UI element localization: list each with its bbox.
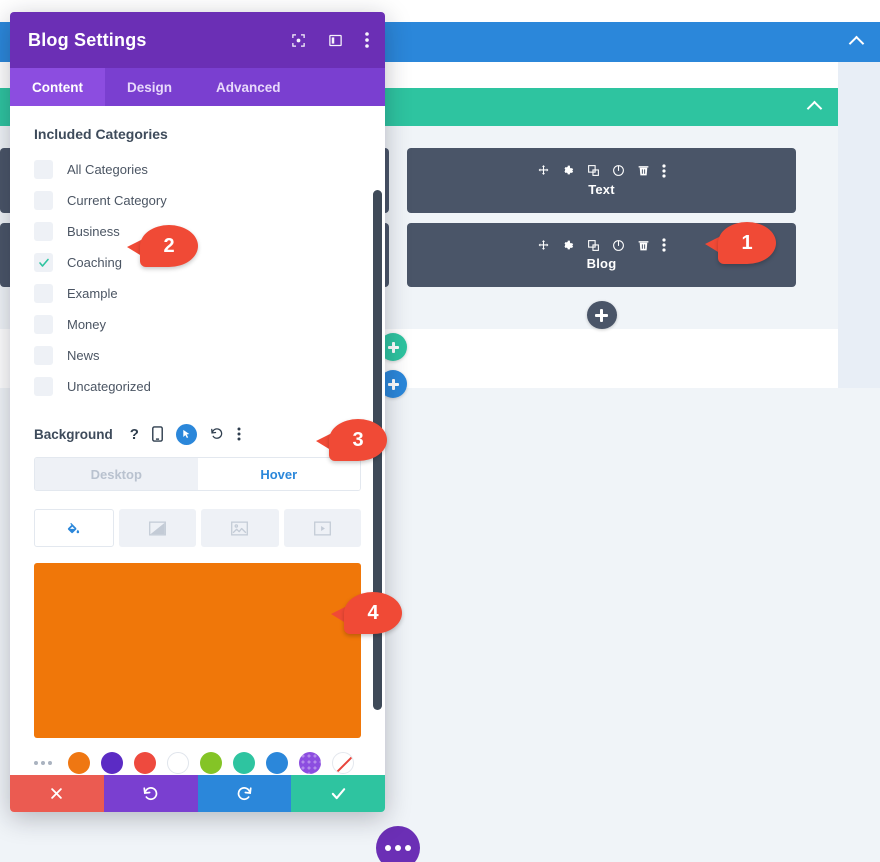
checkbox-example[interactable] xyxy=(34,284,53,303)
background-image-icon[interactable] xyxy=(201,509,279,547)
background-color-icon[interactable] xyxy=(34,509,114,547)
category-label: Business xyxy=(67,224,120,239)
kebab-icon[interactable] xyxy=(662,164,666,178)
power-icon[interactable] xyxy=(612,239,625,252)
move-icon[interactable] xyxy=(537,164,550,177)
category-label: Money xyxy=(67,317,107,332)
checkbox-all-categories[interactable] xyxy=(34,160,53,179)
swatch-blue[interactable] xyxy=(266,752,288,774)
checkbox-business[interactable] xyxy=(34,222,53,241)
background-type-tabs xyxy=(34,509,361,547)
modal-title: Blog Settings xyxy=(28,29,147,50)
checkbox-current-category[interactable] xyxy=(34,191,53,210)
category-label: Uncategorized xyxy=(67,379,151,394)
callout-number: 1 xyxy=(741,232,753,254)
callout-2: 2 xyxy=(127,225,198,267)
included-categories-list: All Categories Current Category Business… xyxy=(34,154,361,402)
hover-cursor-icon[interactable] xyxy=(175,423,197,445)
discard-button[interactable] xyxy=(10,775,104,812)
color-swatch-row xyxy=(34,752,361,774)
swatch-purple[interactable] xyxy=(101,752,123,774)
category-label: All Categories xyxy=(67,162,148,177)
callout-number: 4 xyxy=(367,602,379,624)
reset-icon[interactable] xyxy=(210,427,224,441)
responsive-icon[interactable] xyxy=(152,426,163,442)
duplicate-icon[interactable] xyxy=(587,164,600,177)
category-label: Coaching xyxy=(67,255,122,270)
tab-content[interactable]: Content xyxy=(10,68,105,106)
tab-advanced[interactable]: Advanced xyxy=(194,68,303,106)
background-gradient-icon[interactable] xyxy=(118,509,196,547)
swatch-green[interactable] xyxy=(200,752,222,774)
swatch-orange[interactable] xyxy=(68,752,90,774)
move-icon[interactable] xyxy=(537,239,550,252)
callout-4: 4 xyxy=(331,592,402,634)
category-row-example[interactable]: Example xyxy=(34,278,361,309)
callout-number: 2 xyxy=(163,235,175,257)
help-icon[interactable]: ? xyxy=(130,426,139,443)
category-row-all-categories[interactable]: All Categories xyxy=(34,154,361,185)
fullscreen-icon[interactable] xyxy=(291,33,306,48)
category-row-news[interactable]: News xyxy=(34,340,361,371)
category-row-current-category[interactable]: Current Category xyxy=(34,185,361,216)
kebab-icon[interactable] xyxy=(662,238,666,253)
kebab-icon[interactable] xyxy=(365,32,369,48)
background-video-icon[interactable] xyxy=(283,509,361,547)
power-icon[interactable] xyxy=(612,164,625,177)
category-label: Current Category xyxy=(67,193,167,208)
background-header: Background ? xyxy=(34,422,361,446)
checkbox-coaching[interactable] xyxy=(34,253,53,272)
swatch-violet[interactable] xyxy=(299,752,321,774)
category-row-money[interactable]: Money xyxy=(34,309,361,340)
callout-3: 3 xyxy=(316,419,387,461)
trash-icon[interactable] xyxy=(637,239,650,252)
modal-footer xyxy=(10,775,385,812)
background-title: Background xyxy=(34,426,113,442)
module-toolbar xyxy=(537,164,666,178)
checkbox-uncategorized[interactable] xyxy=(34,377,53,396)
category-row-uncategorized[interactable]: Uncategorized xyxy=(34,371,361,402)
module-label: Blog xyxy=(586,256,617,272)
layout-icon[interactable] xyxy=(328,33,343,48)
tab-hover[interactable]: Hover xyxy=(197,458,360,490)
save-button[interactable] xyxy=(291,775,385,812)
modal-tabs: Content Design Advanced xyxy=(10,68,385,106)
add-module-button-right[interactable] xyxy=(586,301,617,329)
blog-settings-modal: Blog Settings Content Design Advanced In… xyxy=(10,12,385,812)
help-fab-button[interactable] xyxy=(376,826,420,862)
category-label: News xyxy=(67,348,100,363)
module-text-right[interactable]: Text xyxy=(407,148,796,213)
modal-header: Blog Settings xyxy=(10,12,385,68)
module-label: Text xyxy=(588,181,615,197)
checkbox-news[interactable] xyxy=(34,346,53,365)
callout-1: 1 xyxy=(705,222,776,264)
modal-header-actions xyxy=(291,32,369,48)
swatch-teal[interactable] xyxy=(233,752,255,774)
screen-root: Section Row xyxy=(0,0,880,862)
swatch-none[interactable] xyxy=(332,752,354,774)
gear-icon[interactable] xyxy=(562,239,575,252)
color-preview-swatch[interactable] xyxy=(34,563,361,738)
tab-desktop[interactable]: Desktop xyxy=(35,458,198,490)
category-label: Example xyxy=(67,286,118,301)
trash-icon[interactable] xyxy=(637,164,650,177)
checkbox-money[interactable] xyxy=(34,315,53,334)
undo-button[interactable] xyxy=(103,775,198,812)
gear-icon[interactable] xyxy=(562,164,575,177)
included-categories-title: Included Categories xyxy=(34,126,168,142)
more-colors-icon[interactable] xyxy=(34,761,52,765)
redo-button[interactable] xyxy=(197,775,292,812)
module-toolbar xyxy=(537,238,666,253)
callout-number: 3 xyxy=(352,429,364,451)
swatch-red[interactable] xyxy=(134,752,156,774)
kebab-icon[interactable] xyxy=(237,427,241,441)
section-collapse-icon[interactable] xyxy=(848,35,865,52)
tab-design[interactable]: Design xyxy=(105,68,194,106)
background-state-tabs: Desktop Hover xyxy=(34,457,361,491)
row-collapse-icon[interactable] xyxy=(806,100,823,117)
swatch-white[interactable] xyxy=(167,752,189,774)
duplicate-icon[interactable] xyxy=(587,239,600,252)
